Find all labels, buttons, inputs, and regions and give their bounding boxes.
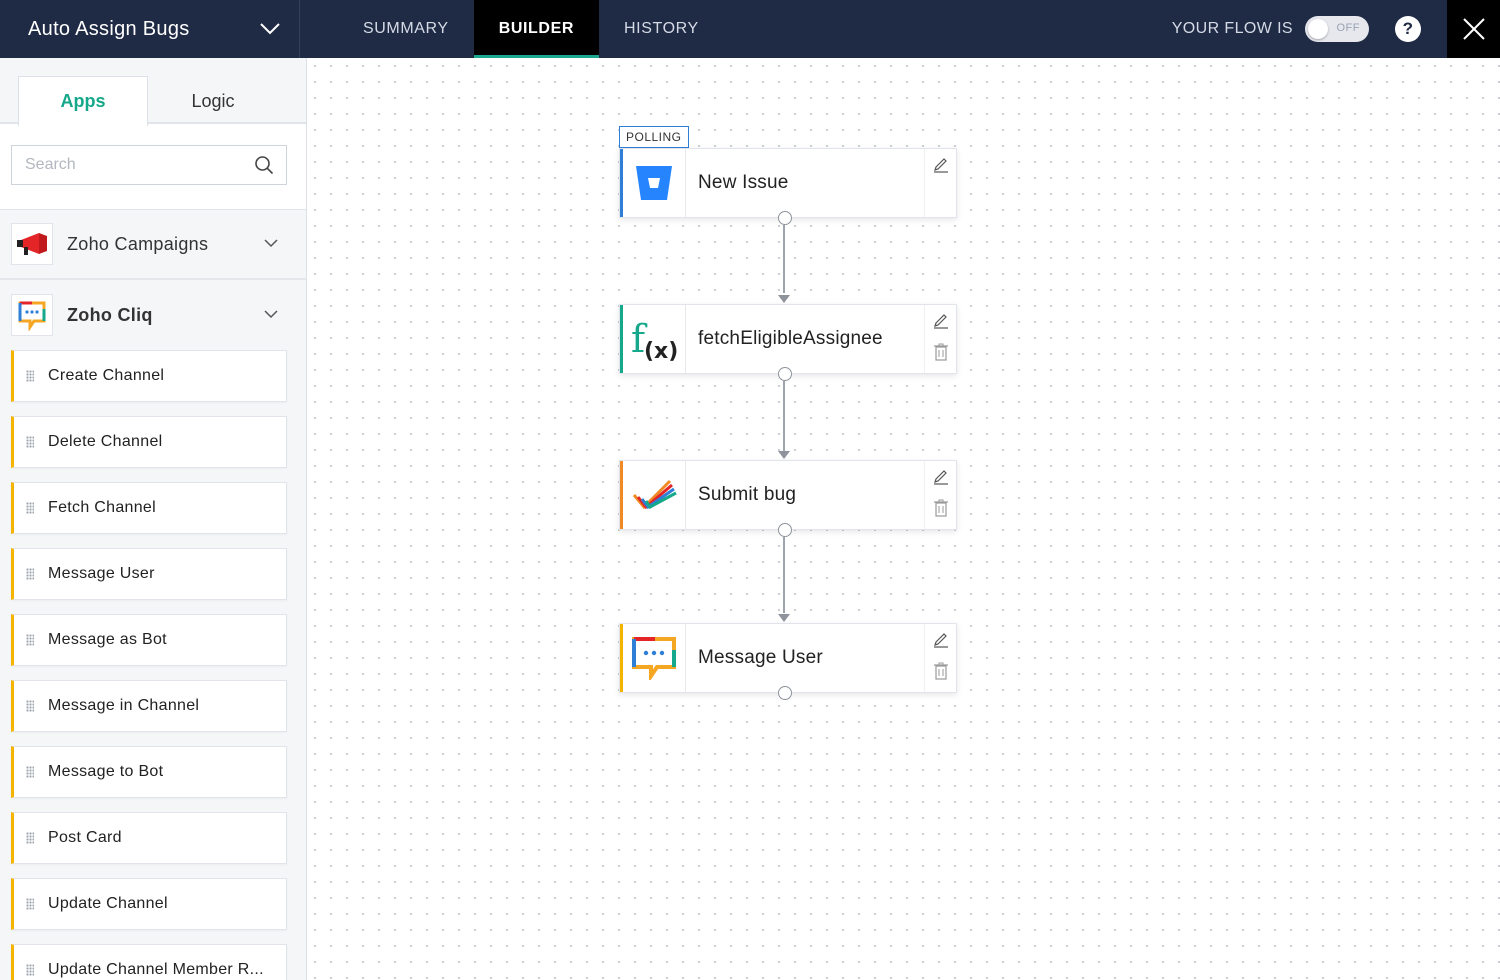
flow-node-function[interactable]: f (x) fetchEligibleAssignee xyxy=(619,304,957,374)
flow-on-off-toggle[interactable]: OFF xyxy=(1305,16,1369,42)
action-item[interactable]: Create Channel xyxy=(11,350,287,402)
action-item[interactable]: Fetch Channel xyxy=(11,482,287,534)
flow-menu-chevron-down-icon[interactable] xyxy=(259,18,281,40)
action-item[interactable]: Delete Channel xyxy=(11,416,287,468)
flow-node-trigger[interactable]: New Issue xyxy=(619,148,957,218)
polling-badge: POLLING xyxy=(619,126,689,148)
node-output-port[interactable] xyxy=(778,211,792,225)
help-icon[interactable]: ? xyxy=(1395,16,1421,42)
flow-node-message-user[interactable]: Message User xyxy=(619,623,957,693)
drag-handle-icon[interactable] xyxy=(26,898,34,910)
flow-status: YOUR FLOW IS OFF ? xyxy=(1172,0,1421,58)
top-bar: Auto Assign Bugs SUMMARY BUILDER HISTORY… xyxy=(0,0,1500,58)
app-name: Zoho Campaigns xyxy=(67,233,209,254)
toggle-state-text: OFF xyxy=(1336,22,1360,34)
connector-arrow-icon xyxy=(778,451,790,459)
flow-node-submit-bug[interactable]: Submit bug xyxy=(619,460,957,530)
node-label: Submit bug xyxy=(698,484,797,505)
connector-arrow-icon xyxy=(778,614,790,622)
action-item[interactable]: Message in Channel xyxy=(11,680,287,732)
app-name: Zoho Cliq xyxy=(67,304,153,325)
toggle-knob xyxy=(1308,19,1328,39)
chevron-down-icon[interactable] xyxy=(264,306,278,324)
node-output-port[interactable] xyxy=(778,686,792,700)
bitbucket-icon xyxy=(623,149,686,217)
action-item[interactable]: Message to Bot xyxy=(11,746,287,798)
flow-title-area: Auto Assign Bugs xyxy=(0,0,300,58)
action-label: Message as Bot xyxy=(48,631,167,648)
action-list: Create Channel Delete Channel Fetch Chan… xyxy=(0,350,306,980)
action-label: Post Card xyxy=(48,829,122,846)
drag-handle-icon[interactable] xyxy=(26,436,34,448)
action-label: Message in Channel xyxy=(48,697,200,714)
app-zoho-cliq[interactable]: Zoho Cliq xyxy=(0,280,306,350)
action-label: Update Channel Member R... xyxy=(48,961,264,978)
trash-icon[interactable] xyxy=(933,662,949,680)
node-label: New Issue xyxy=(698,172,789,193)
flow-status-label: YOUR FLOW IS xyxy=(1171,20,1293,37)
action-item[interactable]: Message as Bot xyxy=(11,614,287,666)
connector-line xyxy=(783,225,785,293)
connector-arrow-icon xyxy=(778,295,790,303)
zoho-cliq-icon xyxy=(11,294,53,336)
tab-apps[interactable]: Apps xyxy=(18,76,148,126)
close-icon xyxy=(1462,18,1485,40)
drag-handle-icon[interactable] xyxy=(26,568,34,580)
search-area xyxy=(0,124,306,210)
action-label: Message to Bot xyxy=(48,763,164,780)
trash-icon[interactable] xyxy=(933,499,949,517)
sidebar-tabs: Apps Logic xyxy=(0,58,306,126)
node-actions xyxy=(924,624,956,692)
close-button[interactable] xyxy=(1447,0,1500,58)
action-label: Create Channel xyxy=(48,367,165,384)
app-zoho-campaigns[interactable]: Zoho Campaigns xyxy=(0,210,306,280)
main-tabs: SUMMARY BUILDER HISTORY xyxy=(338,0,724,58)
node-output-port[interactable] xyxy=(778,523,792,537)
connector-line xyxy=(783,537,785,613)
node-label: Message User xyxy=(698,647,823,668)
drag-handle-icon[interactable] xyxy=(26,634,34,646)
tab-logic[interactable]: Logic xyxy=(148,76,278,126)
action-item[interactable]: Message User xyxy=(11,548,287,600)
node-label: fetchEligibleAssignee xyxy=(698,328,883,349)
edit-icon[interactable] xyxy=(933,311,949,329)
search-box xyxy=(11,145,287,185)
node-output-port[interactable] xyxy=(778,367,792,381)
flow-title: Auto Assign Bugs xyxy=(28,17,190,40)
svg-text:(x): (x) xyxy=(644,339,678,362)
node-actions xyxy=(924,461,956,529)
search-input[interactable] xyxy=(12,146,242,184)
drag-handle-icon[interactable] xyxy=(26,700,34,712)
search-icon[interactable] xyxy=(254,155,274,180)
chevron-down-icon[interactable] xyxy=(264,235,278,253)
action-item[interactable]: Update Channel Member R... xyxy=(11,944,287,980)
drag-handle-icon[interactable] xyxy=(26,766,34,778)
action-label: Update Channel xyxy=(48,895,168,912)
edit-icon[interactable] xyxy=(933,630,949,648)
flow-canvas[interactable]: POLLING New Issue f (x) fetchEligibleAss… xyxy=(307,58,1500,980)
zoho-bugtracker-icon xyxy=(623,461,686,529)
sidebar: Apps Logic Zoho Campaigns xyxy=(0,58,307,980)
action-item[interactable]: Post Card xyxy=(11,812,287,864)
drag-handle-icon[interactable] xyxy=(26,502,34,514)
function-icon: f (x) xyxy=(623,305,686,373)
tab-summary[interactable]: SUMMARY xyxy=(338,0,474,58)
connector-line xyxy=(783,381,785,451)
drag-handle-icon[interactable] xyxy=(26,964,34,976)
zoho-cliq-icon xyxy=(623,624,686,692)
edit-icon[interactable] xyxy=(933,155,949,173)
node-actions xyxy=(924,305,956,373)
drag-handle-icon[interactable] xyxy=(26,832,34,844)
zoho-campaigns-icon xyxy=(11,223,53,265)
action-label: Delete Channel xyxy=(48,433,163,450)
tab-history[interactable]: HISTORY xyxy=(599,0,724,58)
action-label: Message User xyxy=(48,565,155,582)
action-label: Fetch Channel xyxy=(48,499,156,516)
tab-builder[interactable]: BUILDER xyxy=(473,0,600,58)
edit-icon[interactable] xyxy=(933,467,949,485)
node-actions xyxy=(924,149,956,217)
drag-handle-icon[interactable] xyxy=(26,370,34,382)
action-item[interactable]: Update Channel xyxy=(11,878,287,930)
trash-icon[interactable] xyxy=(933,343,949,361)
